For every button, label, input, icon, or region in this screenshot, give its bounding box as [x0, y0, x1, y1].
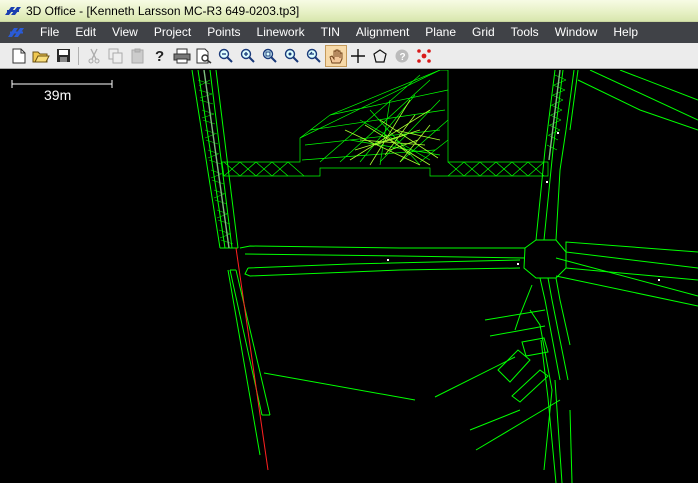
menu-project[interactable]: Project — [146, 22, 199, 43]
scale-bar-label: 39m — [44, 87, 72, 103]
crosshair-icon[interactable] — [347, 45, 369, 67]
right-road-linework — [535, 70, 698, 241]
document-menu-icon[interactable] — [6, 25, 28, 41]
zoom-previous-icon[interactable] — [303, 45, 325, 67]
menu-plane[interactable]: Plane — [417, 22, 464, 43]
print-preview-icon[interactable] — [193, 45, 215, 67]
menu-window[interactable]: Window — [547, 22, 606, 43]
menu-view[interactable]: View — [104, 22, 146, 43]
lower-linework — [263, 309, 573, 483]
tin-dense-core — [344, 99, 441, 166]
left-offset-line — [227, 269, 261, 456]
menu-file[interactable]: File — [32, 22, 67, 43]
alignment-centerline — [235, 247, 269, 471]
cut-icon[interactable] — [83, 45, 105, 67]
menu-tin[interactable]: TIN — [313, 22, 348, 43]
main-road-linework — [239, 239, 698, 381]
pan-hand-icon[interactable] — [325, 44, 347, 67]
new-document-icon[interactable] — [8, 45, 30, 67]
toolbar: ? ? — [0, 43, 698, 69]
paste-icon[interactable] — [127, 45, 149, 67]
left-road-breakline — [203, 70, 230, 249]
app-logo-icon — [5, 6, 21, 15]
zoom-window-icon[interactable] — [259, 45, 281, 67]
svg-text:?: ? — [400, 52, 406, 63]
save-icon[interactable] — [52, 45, 74, 67]
toolbar-separator — [78, 46, 79, 65]
menu-bar: File Edit View Project Points Linework T… — [0, 22, 698, 43]
help-icon[interactable]: ? — [149, 45, 171, 67]
polygon-icon[interactable] — [369, 45, 391, 67]
print-icon[interactable] — [171, 45, 193, 67]
window-title: 3D Office - [Kenneth Larsson MC-R3 649-0… — [26, 3, 300, 18]
menu-alignment[interactable]: Alignment — [348, 22, 417, 43]
open-folder-icon[interactable] — [30, 45, 52, 67]
zoom-extents-icon[interactable] — [281, 45, 303, 67]
menu-help[interactable]: Help — [605, 22, 646, 43]
plan-view[interactable] — [0, 70, 698, 483]
copy-icon[interactable] — [105, 45, 127, 67]
info-icon[interactable]: ? — [391, 45, 413, 67]
points-icon[interactable] — [413, 45, 435, 67]
svg-text:?: ? — [155, 48, 164, 64]
zoom-in-icon[interactable] — [237, 45, 259, 67]
menu-edit[interactable]: Edit — [67, 22, 104, 43]
left-road-linework — [191, 70, 271, 416]
menu-points[interactable]: Points — [199, 22, 248, 43]
menu-linework[interactable]: Linework — [249, 22, 313, 43]
zoom-out-icon[interactable] — [215, 45, 237, 67]
menu-tools[interactable]: Tools — [503, 22, 547, 43]
menu-grid[interactable]: Grid — [464, 22, 503, 43]
drawing-canvas[interactable]: 39m — [0, 70, 698, 483]
title-bar: 3D Office - [Kenneth Larsson MC-R3 649-0… — [0, 0, 698, 22]
